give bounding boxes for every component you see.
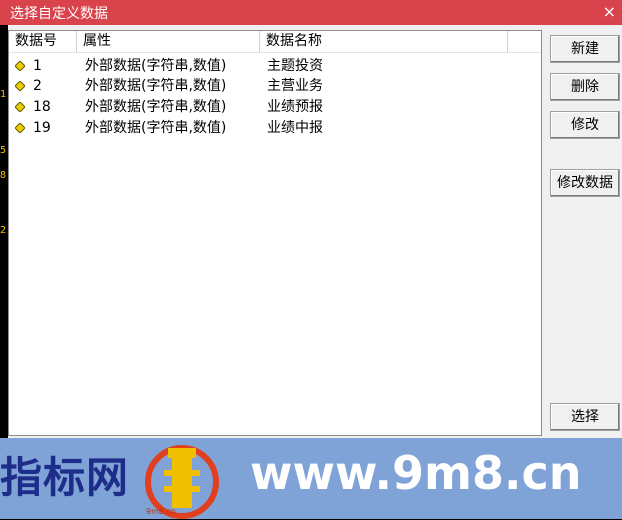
modify-data-button[interactable]: 修改数据 [550,169,620,197]
table-row[interactable]: 1 外部数据(字符串,数值) 主题投资 [9,56,541,76]
close-icon[interactable]: × [603,2,616,21]
table-row[interactable]: 2 外部数据(字符串,数值) 主营业务 [9,76,541,96]
column-header-attr[interactable]: 属性 [77,31,260,52]
row-id: 18 [33,99,51,115]
background-strip: 1 5 8 2 [0,25,8,440]
table-row[interactable]: 19 外部数据(字符串,数值) 业绩中报 [9,118,541,138]
column-header-id[interactable]: 数据号 [9,31,77,52]
data-list[interactable]: 数据号 属性 数据名称 1 外部数据(字符串,数值) 主题投资 2 外部数据(字… [8,30,542,436]
logo-text: 9m8.cn [146,507,176,516]
watermark-banner: 指标网 9m8.cn www.9m8.cn [0,438,622,519]
row-name: 业绩预报 [267,99,323,115]
strip-digit: 8 [0,170,7,181]
list-header: 数据号 属性 数据名称 [9,31,541,53]
banner-site-name: 指标网 [0,453,130,502]
row-attr: 外部数据(字符串,数值) [85,99,227,115]
row-attr: 外部数据(字符串,数值) [85,120,227,136]
diamond-icon [15,123,25,133]
row-id: 19 [33,120,51,136]
diamond-icon [15,61,25,71]
strip-digit: 2 [0,225,7,236]
delete-button[interactable]: 删除 [550,73,620,101]
row-name: 业绩中报 [267,120,323,136]
diamond-icon [15,81,25,91]
row-name: 主题投资 [267,58,323,74]
strip-digit: 1 [0,89,7,100]
title-bar: 选择自定义数据 × [0,0,622,25]
row-attr: 外部数据(字符串,数值) [85,58,227,74]
row-id: 2 [33,78,42,94]
row-attr: 外部数据(字符串,数值) [85,78,227,94]
new-button[interactable]: 新建 [550,35,620,63]
row-name: 主营业务 [267,78,323,94]
banner-url: www.9m8.cn [250,446,582,500]
modify-button[interactable]: 修改 [550,111,620,139]
table-row[interactable]: 18 外部数据(字符串,数值) 业绩预报 [9,97,541,117]
site-logo-icon: 9m8.cn [145,445,219,519]
window-title: 选择自定义数据 [10,6,108,22]
column-header-name[interactable]: 数据名称 [260,31,508,52]
diamond-icon [15,102,25,112]
strip-digit: 5 [0,145,7,156]
row-id: 1 [33,58,42,74]
select-button[interactable]: 选择 [550,403,620,431]
